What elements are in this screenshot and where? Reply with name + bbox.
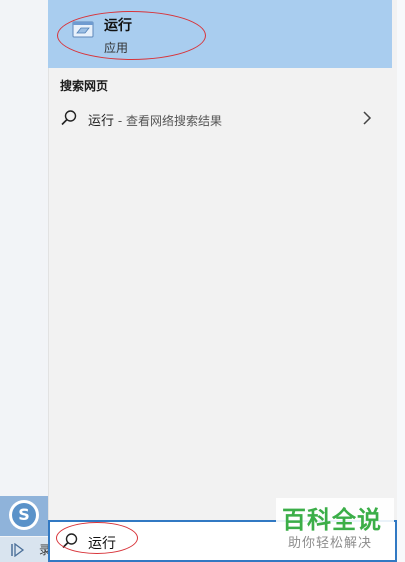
web-result-text: 运行 - 查看网络搜索结果 — [88, 110, 222, 129]
watermark-subtitle: 助你轻松解决 — [288, 536, 373, 551]
taskbar-strip: 录 — [0, 537, 51, 562]
watermark-title: 百科全说 — [282, 506, 382, 534]
right-edge — [397, 0, 405, 562]
annotation-circle-search — [56, 522, 138, 554]
watermark: 百科全说 助你轻松解决 — [276, 498, 394, 558]
web-description: - 查看网络搜索结果 — [114, 114, 222, 128]
web-search-result[interactable]: 运行 - 查看网络搜索结果 — [48, 104, 392, 132]
left-strip — [0, 0, 48, 562]
sogou-logo-icon: S — [9, 500, 39, 530]
annotation-circle-best-match — [57, 11, 206, 60]
web-query: 运行 — [88, 114, 115, 129]
search-icon — [61, 110, 77, 126]
play-icon[interactable] — [10, 543, 26, 557]
chevron-right-icon[interactable] — [361, 110, 373, 126]
web-section-header: 搜索网页 — [60, 79, 109, 93]
sogou-logo-letter: S — [12, 503, 36, 527]
sogou-input-button[interactable]: S — [0, 496, 48, 536]
